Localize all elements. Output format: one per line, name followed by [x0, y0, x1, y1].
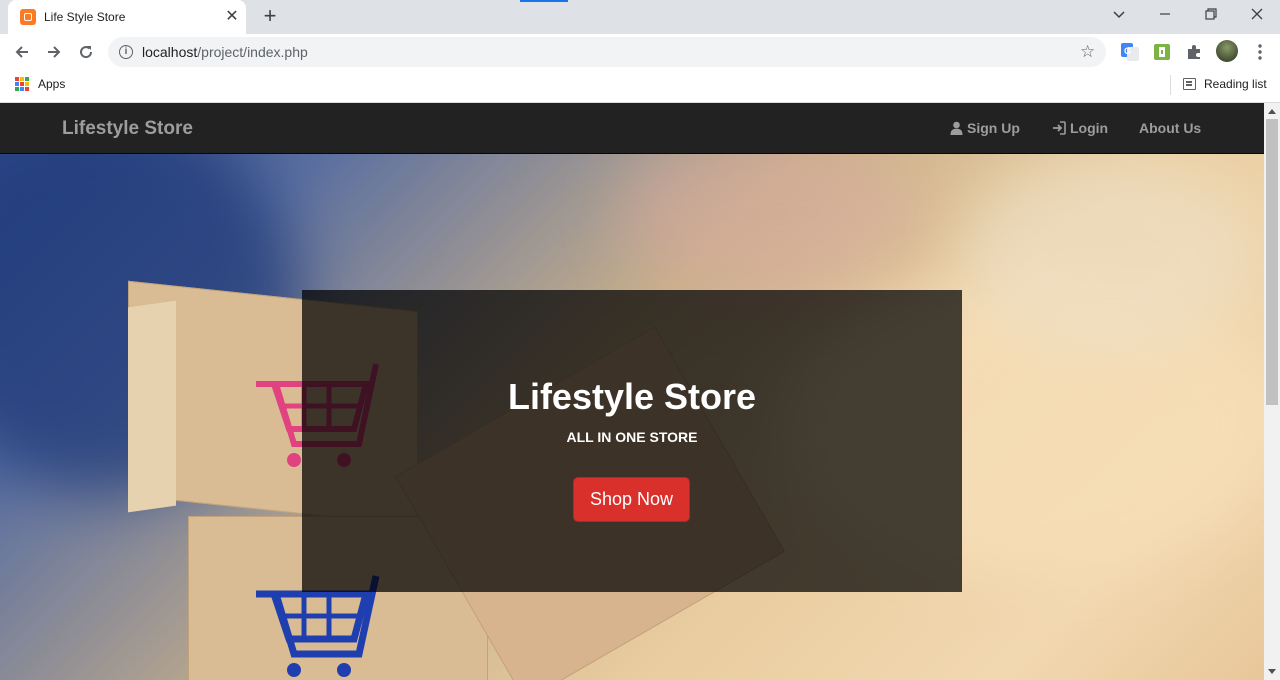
minimize-icon[interactable] — [1142, 0, 1188, 30]
reading-list-button[interactable]: Reading list — [1204, 77, 1267, 91]
bookmarks-divider — [1170, 75, 1171, 95]
hero-bg-blob — [620, 154, 920, 294]
login-icon — [1053, 121, 1066, 135]
apps-grid-icon[interactable] — [15, 77, 29, 91]
nav-login-link[interactable]: Login — [1052, 120, 1108, 136]
site-navbar: Lifestyle Store Sign Up Login About Us — [0, 103, 1264, 154]
navbar-brand[interactable]: Lifestyle Store — [62, 118, 193, 140]
reading-list-icon[interactable] — [1183, 78, 1196, 90]
site-info-icon[interactable]: i — [119, 45, 133, 59]
svg-text:G: G — [1124, 46, 1131, 56]
google-translate-icon[interactable]: G — [1120, 42, 1140, 62]
nav-about-link[interactable]: About Us — [1139, 120, 1201, 136]
nav-login-label: Login — [1070, 120, 1109, 136]
tab-indicator — [520, 0, 568, 2]
back-button[interactable] — [8, 38, 36, 66]
forward-button[interactable] — [40, 38, 68, 66]
scrollbar-thumb[interactable] — [1266, 119, 1278, 405]
tab-strip: Life Style Store ✕ + — [0, 0, 1280, 34]
hero-overlay: Lifestyle Store ALL IN ONE STORE Shop No… — [302, 290, 962, 592]
url-path: /project/index.php — [197, 44, 308, 60]
nav-about-label: About Us — [1139, 120, 1202, 136]
shop-now-button[interactable]: Shop Now — [573, 477, 690, 522]
apps-bookmark[interactable]: Apps — [38, 77, 65, 91]
scroll-up-arrow-icon[interactable] — [1268, 109, 1276, 114]
tab-title: Life Style Store — [44, 10, 126, 24]
cardboard-box-side — [128, 300, 176, 513]
page-scrollbar[interactable] — [1264, 103, 1280, 680]
bookmark-star-icon[interactable]: ☆ — [1080, 43, 1095, 61]
browser-toolbar: i localhost/project/index.php ☆ G — [0, 34, 1280, 70]
hero-subtitle: ALL IN ONE STORE — [566, 429, 698, 445]
close-window-icon[interactable] — [1234, 0, 1280, 30]
nav-signup-link[interactable]: Sign Up — [950, 120, 1020, 136]
reload-button[interactable] — [72, 38, 100, 66]
tab-search-icon[interactable] — [1096, 0, 1142, 30]
hero-bg-blob — [960, 154, 1260, 354]
hero-banner: Lifestyle Store ALL IN ONE STORE Shop No… — [0, 154, 1264, 680]
xampp-favicon-icon — [20, 9, 36, 25]
page-viewport: Lifestyle Store Sign Up Login About Us L… — [0, 103, 1264, 680]
url-text: localhost/project/index.php — [142, 44, 308, 60]
address-bar[interactable]: i localhost/project/index.php ☆ — [108, 37, 1106, 67]
user-icon — [950, 121, 963, 135]
url-host: localhost — [142, 44, 198, 60]
new-tab-button[interactable]: + — [258, 5, 282, 29]
menu-kebab-icon[interactable] — [1250, 42, 1270, 62]
bookmarks-bar: Apps Reading list — [0, 70, 1280, 103]
nav-signup-label: Sign Up — [967, 120, 1020, 136]
restore-icon[interactable] — [1188, 0, 1234, 30]
close-tab-icon[interactable]: ✕ — [222, 7, 242, 27]
scroll-down-arrow-icon[interactable] — [1268, 669, 1276, 674]
profile-avatar[interactable] — [1216, 40, 1238, 62]
hero-title: Lifestyle Store — [507, 376, 757, 417]
extensions-puzzle-icon[interactable] — [1184, 42, 1204, 62]
extension-green-icon[interactable] — [1152, 42, 1172, 62]
browser-tab[interactable]: Life Style Store ✕ — [8, 0, 246, 34]
